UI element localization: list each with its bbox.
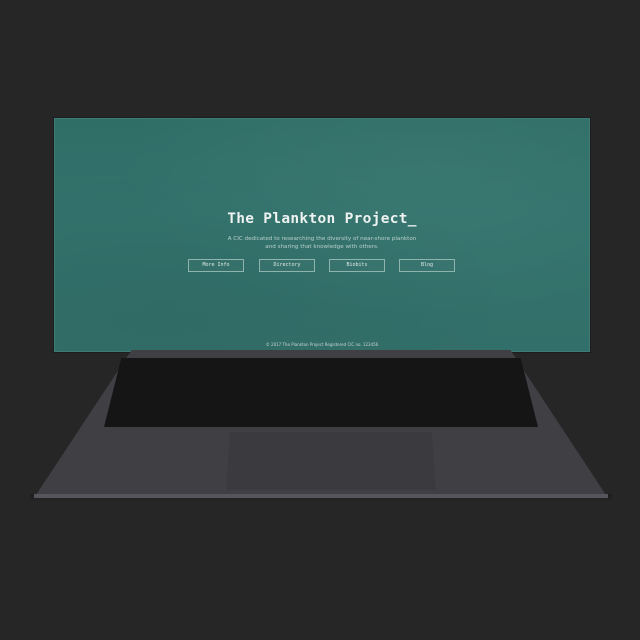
more-info-button[interactable]: More Info	[188, 259, 244, 272]
scene: The Plankton Project_ A CIC dedicated to…	[0, 0, 640, 640]
blog-button[interactable]: Blog	[399, 259, 455, 272]
site-footer: © 2017 The Plankton Project Registered C…	[265, 342, 379, 347]
laptop-screen: The Plankton Project_ A CIC dedicated to…	[54, 118, 590, 352]
directory-button[interactable]: Directory	[259, 259, 315, 272]
laptop-trackpad	[226, 432, 436, 490]
site-subtitle: A CIC dedicated to researching the diver…	[55, 235, 589, 251]
site-title: The Plankton Project_	[227, 211, 417, 227]
laptop-base-edge	[34, 494, 608, 498]
biobits-button[interactable]: Biobits	[329, 259, 385, 272]
subtitle-line-2: and sharing that knowledge with others.	[265, 244, 379, 250]
laptop-keyboard	[104, 358, 538, 427]
nav-bar: More Info Directory Biobits Blog	[55, 259, 589, 273]
subtitle-line-1: A CIC dedicated to researching the diver…	[227, 236, 417, 242]
